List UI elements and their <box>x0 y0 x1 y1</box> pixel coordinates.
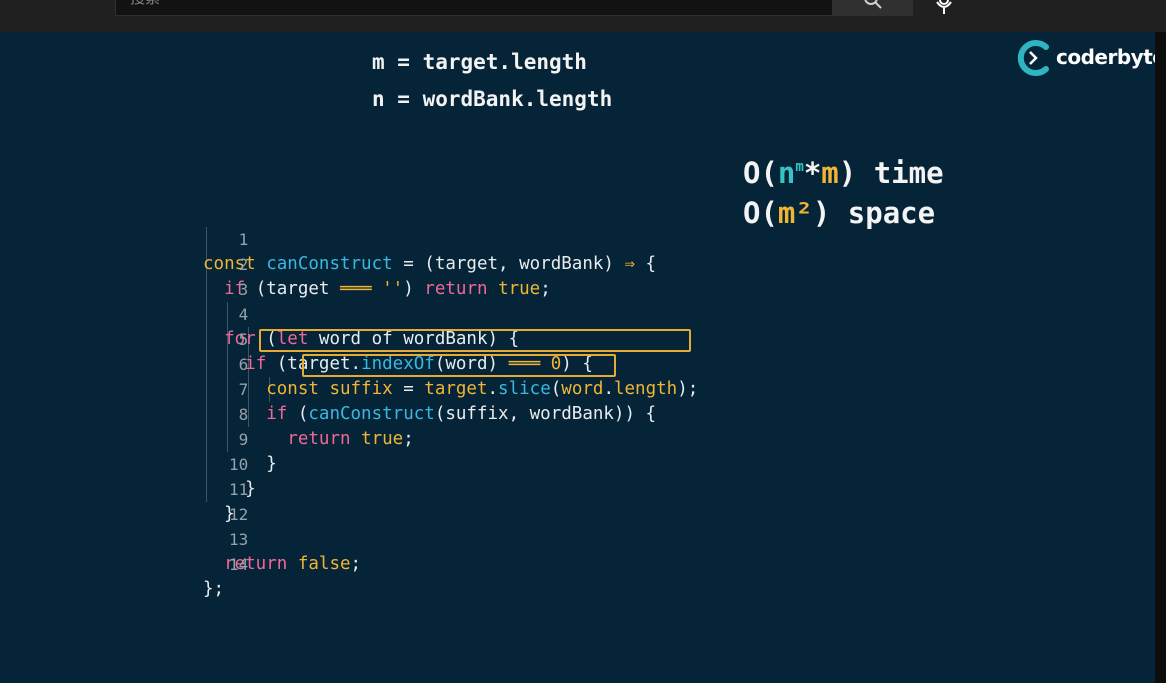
code-line-2: 2 if (target ═══ '') return true; <box>0 227 551 299</box>
code-line-1: 1 const canConstruct = (target, wordBank… <box>0 202 656 274</box>
code-line-5: 5 if (target.indexOf(word) ═══ 0) { <box>0 302 593 374</box>
space-complexity: O(m²) space <box>743 196 936 230</box>
code-line-12: 12 <box>0 477 248 524</box>
line-number: 4 <box>238 305 249 324</box>
code-line-8: 8 return true; <box>0 377 414 449</box>
var-n-definition: n = wordBank.length <box>372 87 613 111</box>
line-number: 9 <box>238 430 249 449</box>
line-number: 13 <box>228 530 249 549</box>
line-number: 8 <box>238 405 249 424</box>
code-line-14: 14 }; <box>0 527 248 599</box>
code-text: const canConstruct = (target, wordBank) … <box>203 254 657 274</box>
time-complexity: O(nm*m) time <box>743 156 944 190</box>
microphone-icon <box>936 0 952 14</box>
video-frame[interactable]: m = target.length n = wordBank.length O(… <box>0 32 1155 683</box>
search-input[interactable]: 搜索 <box>115 0 833 16</box>
code-line-11: 11 } <box>0 452 248 524</box>
line-number: 10 <box>228 455 249 474</box>
line-number: 7 <box>238 380 249 399</box>
code-text: const suffix = target.slice(word.length)… <box>266 379 699 399</box>
code-line-6: 6 const suffix = target.slice(word.lengt… <box>0 327 699 399</box>
line-number: 12 <box>228 505 249 524</box>
line-number: 2 <box>238 255 249 274</box>
line-number: 5 <box>238 330 249 349</box>
top-header-bar: 搜索 <box>0 0 1166 32</box>
search-button[interactable] <box>833 0 913 16</box>
search-icon <box>864 0 882 9</box>
complexity-block: O(nm*m) time O(m²) space <box>743 147 944 233</box>
line-number: 6 <box>238 355 249 374</box>
highlight-box-suffix <box>259 329 691 352</box>
code-line-9: 9 } <box>0 402 277 474</box>
coderbyte-logo: coderbyte <box>1016 40 1155 76</box>
code-text: if (target ═══ '') return true; <box>224 279 551 299</box>
code-line-10: 10 } <box>0 427 256 499</box>
code-line-13: 13 return false; <box>0 502 361 574</box>
var-m-definition: m = target.length <box>372 50 587 74</box>
code-line-3: 3 <box>0 252 249 299</box>
right-edge <box>1155 32 1166 683</box>
code-text: }; <box>203 579 225 599</box>
coderbyte-logo-icon <box>1017 40 1049 76</box>
search-placeholder: 搜索 <box>130 0 160 8</box>
line-number: 1 <box>238 230 249 249</box>
line-number: 3 <box>238 280 249 299</box>
code-line-7: 7 if (canConstruct(suffix, wordBank)) { <box>0 352 657 424</box>
code-text: if (canConstruct(suffix, wordBank)) { <box>266 404 657 424</box>
line-number: 11 <box>228 480 249 499</box>
code-line-4: 4 for (let word of wordBank) { <box>0 277 519 349</box>
logo-text: coderbyte <box>1056 45 1155 69</box>
line-number: 14 <box>228 555 249 574</box>
highlight-box-recursive-call <box>302 354 616 377</box>
voice-search-button[interactable] <box>930 0 958 14</box>
